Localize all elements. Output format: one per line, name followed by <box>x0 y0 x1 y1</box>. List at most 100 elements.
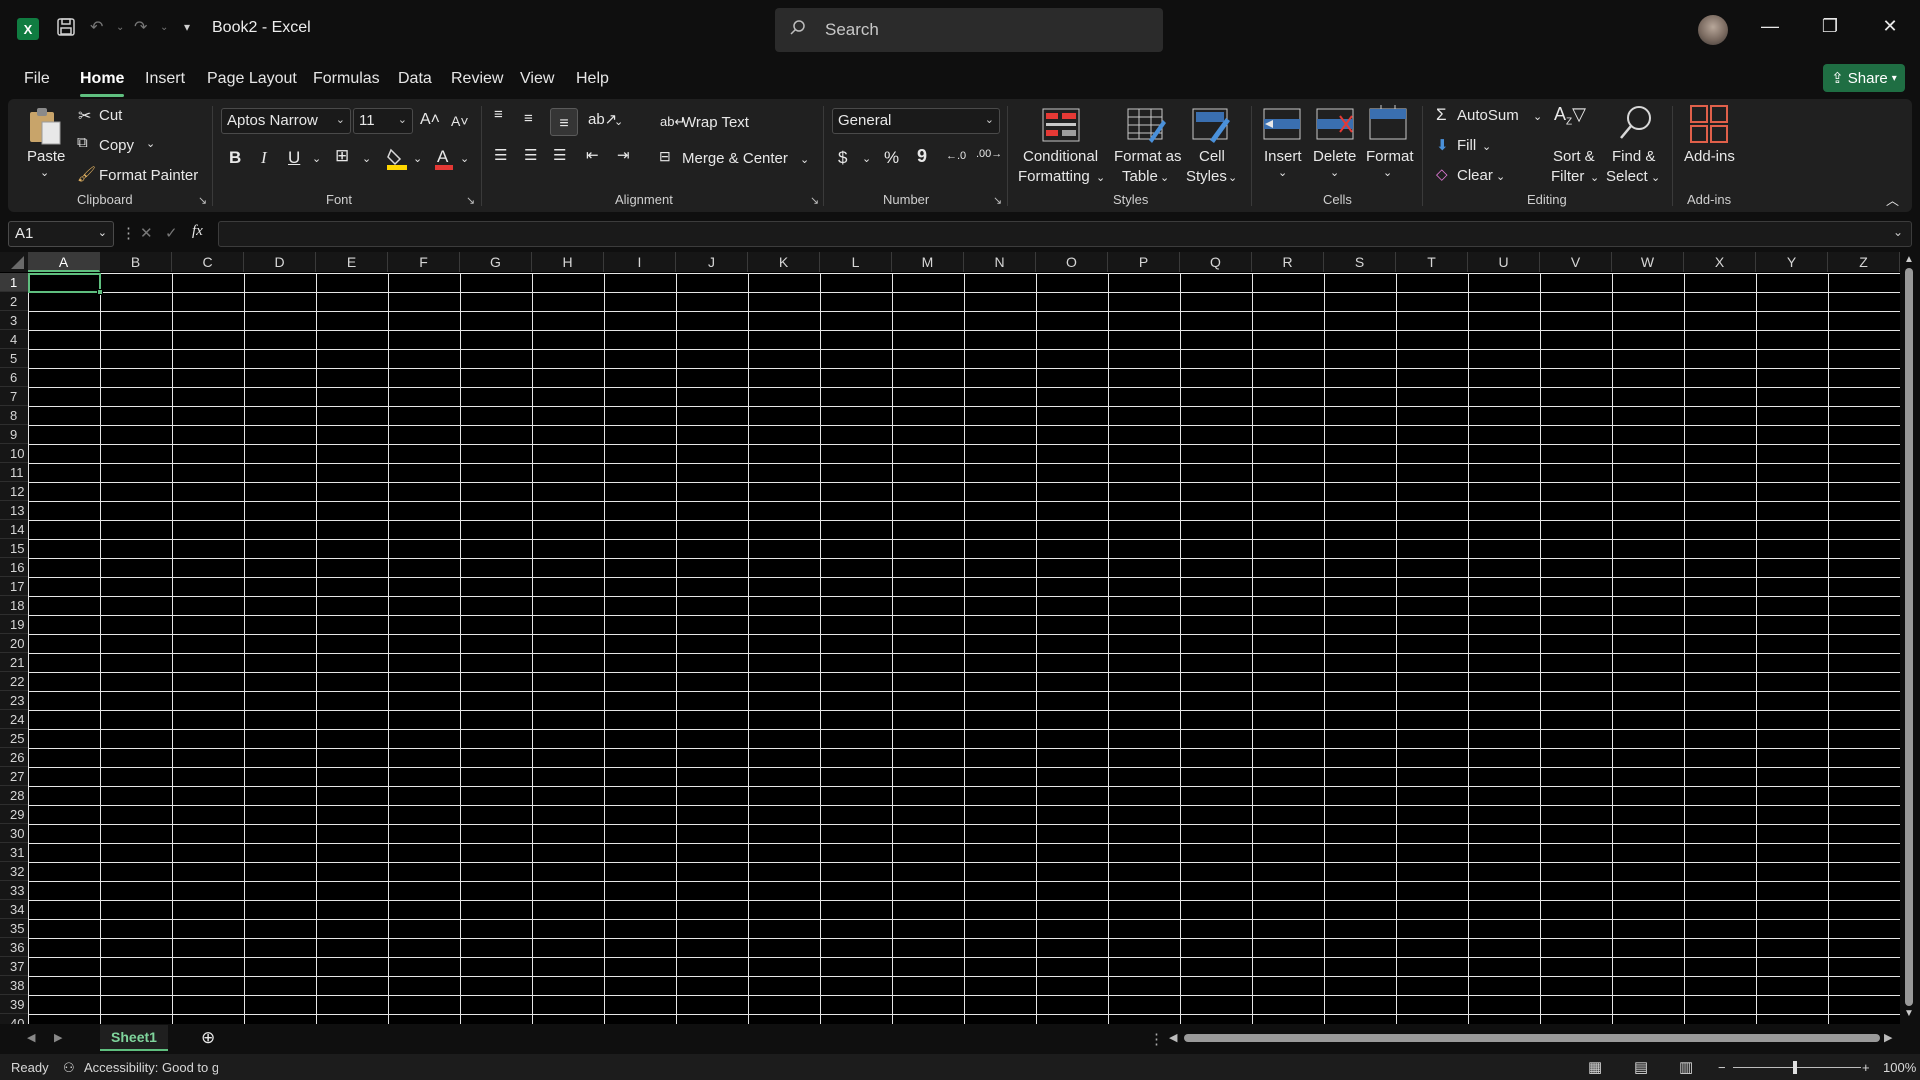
autosum-dropdown-icon[interactable]: ⌄ <box>1533 110 1542 123</box>
column-header[interactable]: E <box>316 252 388 272</box>
minimize-icon[interactable]: — <box>1755 16 1785 37</box>
currency-button[interactable]: $ <box>838 148 847 168</box>
conditional-formatting-label-2[interactable]: Formatting <box>1018 168 1090 185</box>
zoom-in-icon[interactable]: + <box>1862 1060 1870 1075</box>
accessibility-status[interactable]: Accessibility: Good to go <box>84 1060 218 1075</box>
row-header[interactable]: 21 <box>0 653 28 672</box>
confirm-entry-icon[interactable]: ✓ <box>165 224 178 242</box>
column-header[interactable]: M <box>892 252 964 272</box>
zoom-out-icon[interactable]: − <box>1718 1060 1726 1075</box>
page-break-view-icon[interactable]: ▥ <box>1679 1058 1693 1076</box>
decrease-font-icon[interactable]: A˅ <box>451 113 469 129</box>
column-header[interactable]: F <box>388 252 460 272</box>
column-header[interactable]: G <box>460 252 532 272</box>
format-cells-icon[interactable] <box>1369 104 1407 140</box>
row-header[interactable]: 9 <box>0 425 28 444</box>
row-header[interactable]: 35 <box>0 919 28 938</box>
row-header[interactable]: 29 <box>0 805 28 824</box>
format-as-table-icon[interactable] <box>1127 108 1166 144</box>
column-header[interactable]: R <box>1252 252 1324 272</box>
cell-area[interactable] <box>28 273 1900 1024</box>
increase-font-icon[interactable]: A˄ <box>420 111 440 129</box>
tab-split-icon[interactable]: ⋮ <box>1149 1030 1164 1048</box>
redo-dropdown-icon[interactable]: ⌄ <box>160 22 168 33</box>
column-header[interactable]: X <box>1684 252 1756 272</box>
normal-view-icon[interactable]: ▦ <box>1588 1058 1602 1076</box>
undo-icon[interactable]: ↶ <box>90 17 103 37</box>
fill-button[interactable]: Fill <box>1457 137 1476 154</box>
bottom-align-button[interactable]: ≡ <box>550 108 578 136</box>
copy-icon[interactable]: ⧉ <box>77 134 88 151</box>
column-header[interactable]: W <box>1612 252 1684 272</box>
column-header[interactable]: S <box>1324 252 1396 272</box>
wrap-text-button[interactable]: Wrap Text <box>682 114 749 131</box>
row-header[interactable]: 27 <box>0 767 28 786</box>
align-left-icon[interactable]: ☰ <box>494 146 507 164</box>
copy-dropdown-icon[interactable]: ⌄ <box>146 137 155 150</box>
column-header[interactable]: J <box>676 252 748 272</box>
tab-view[interactable]: View <box>520 70 554 88</box>
orientation-dropdown-icon[interactable]: ⌄ <box>614 115 623 128</box>
tab-review[interactable]: Review <box>451 70 503 88</box>
cell-styles-label-2[interactable]: Styles <box>1186 168 1227 185</box>
paste-dropdown-icon[interactable]: ⌄ <box>40 166 49 179</box>
font-size-select[interactable]: 11 ⌄ <box>353 108 413 134</box>
row-header[interactable]: 7 <box>0 387 28 406</box>
percent-button[interactable]: % <box>884 148 899 168</box>
column-header[interactable]: V <box>1540 252 1612 272</box>
clipboard-launcher-icon[interactable]: ↘ <box>198 194 207 207</box>
comma-button[interactable]: 9 <box>917 146 927 167</box>
format-painter-button[interactable]: Format Painter <box>99 167 198 184</box>
fill-icon[interactable]: ⬇ <box>1436 136 1449 154</box>
search-input[interactable]: Search <box>775 8 1163 52</box>
delete-cells-icon[interactable] <box>1316 108 1354 144</box>
merge-dropdown-icon[interactable]: ⌄ <box>800 153 809 166</box>
add-ins-button[interactable]: Add-ins <box>1684 148 1735 165</box>
tab-help[interactable]: Help <box>576 70 609 88</box>
row-header[interactable]: 22 <box>0 672 28 691</box>
cut-icon[interactable]: ✂ <box>78 106 91 126</box>
row-header[interactable]: 20 <box>0 634 28 653</box>
tab-page-layout[interactable]: Page Layout <box>207 70 297 88</box>
scroll-right-icon[interactable]: ▶ <box>1884 1031 1892 1044</box>
merge-center-icon[interactable]: ⊟ <box>659 148 671 165</box>
row-header[interactable]: 19 <box>0 615 28 634</box>
borders-icon[interactable]: ⊞ <box>335 146 349 166</box>
decrease-indent-icon[interactable]: ⇤ <box>586 146 599 164</box>
find-select-label-2[interactable]: Select <box>1606 168 1648 185</box>
font-family-select[interactable]: Aptos Narrow ⌄ <box>221 108 351 134</box>
format-as-table-label-2[interactable]: Table <box>1122 168 1158 185</box>
increase-indent-icon[interactable]: ⇥ <box>617 146 630 164</box>
fill-handle[interactable] <box>97 289 103 295</box>
restore-icon[interactable]: ❐ <box>1815 16 1845 37</box>
zoom-level[interactable]: 100% <box>1883 1060 1916 1075</box>
column-header[interactable]: T <box>1396 252 1468 272</box>
align-center-icon[interactable]: ☰ <box>524 146 537 164</box>
sort-filter-label-2[interactable]: Filter <box>1551 168 1584 185</box>
row-header[interactable]: 3 <box>0 311 28 330</box>
tab-file[interactable]: File <box>24 70 50 88</box>
tab-home[interactable]: Home <box>80 70 124 88</box>
paste-button[interactable]: Paste <box>27 148 65 165</box>
tab-insert[interactable]: Insert <box>145 70 185 88</box>
formula-input[interactable]: ⌄ <box>218 221 1912 247</box>
column-header[interactable]: L <box>820 252 892 272</box>
autosum-button[interactable]: AutoSum <box>1457 107 1519 124</box>
active-cell[interactable] <box>28 273 103 295</box>
column-header[interactable]: B <box>100 252 172 272</box>
column-header[interactable]: I <box>604 252 676 272</box>
column-header[interactable]: H <box>532 252 604 272</box>
row-header[interactable]: 14 <box>0 520 28 539</box>
tab-data[interactable]: Data <box>398 70 432 88</box>
format-as-table-label-1[interactable]: Format as <box>1114 148 1182 165</box>
sheet-tab-sheet1[interactable]: Sheet1 <box>100 1025 168 1051</box>
scroll-left-icon[interactable]: ◀ <box>1169 1031 1177 1044</box>
column-header[interactable]: Q <box>1180 252 1252 272</box>
row-header[interactable]: 24 <box>0 710 28 729</box>
row-header[interactable]: 36 <box>0 938 28 957</box>
row-header[interactable]: 38 <box>0 976 28 995</box>
row-header[interactable]: 13 <box>0 501 28 520</box>
tab-formulas[interactable]: Formulas <box>313 70 380 88</box>
font-color-icon[interactable]: A <box>434 146 454 170</box>
row-header[interactable]: 32 <box>0 862 28 881</box>
